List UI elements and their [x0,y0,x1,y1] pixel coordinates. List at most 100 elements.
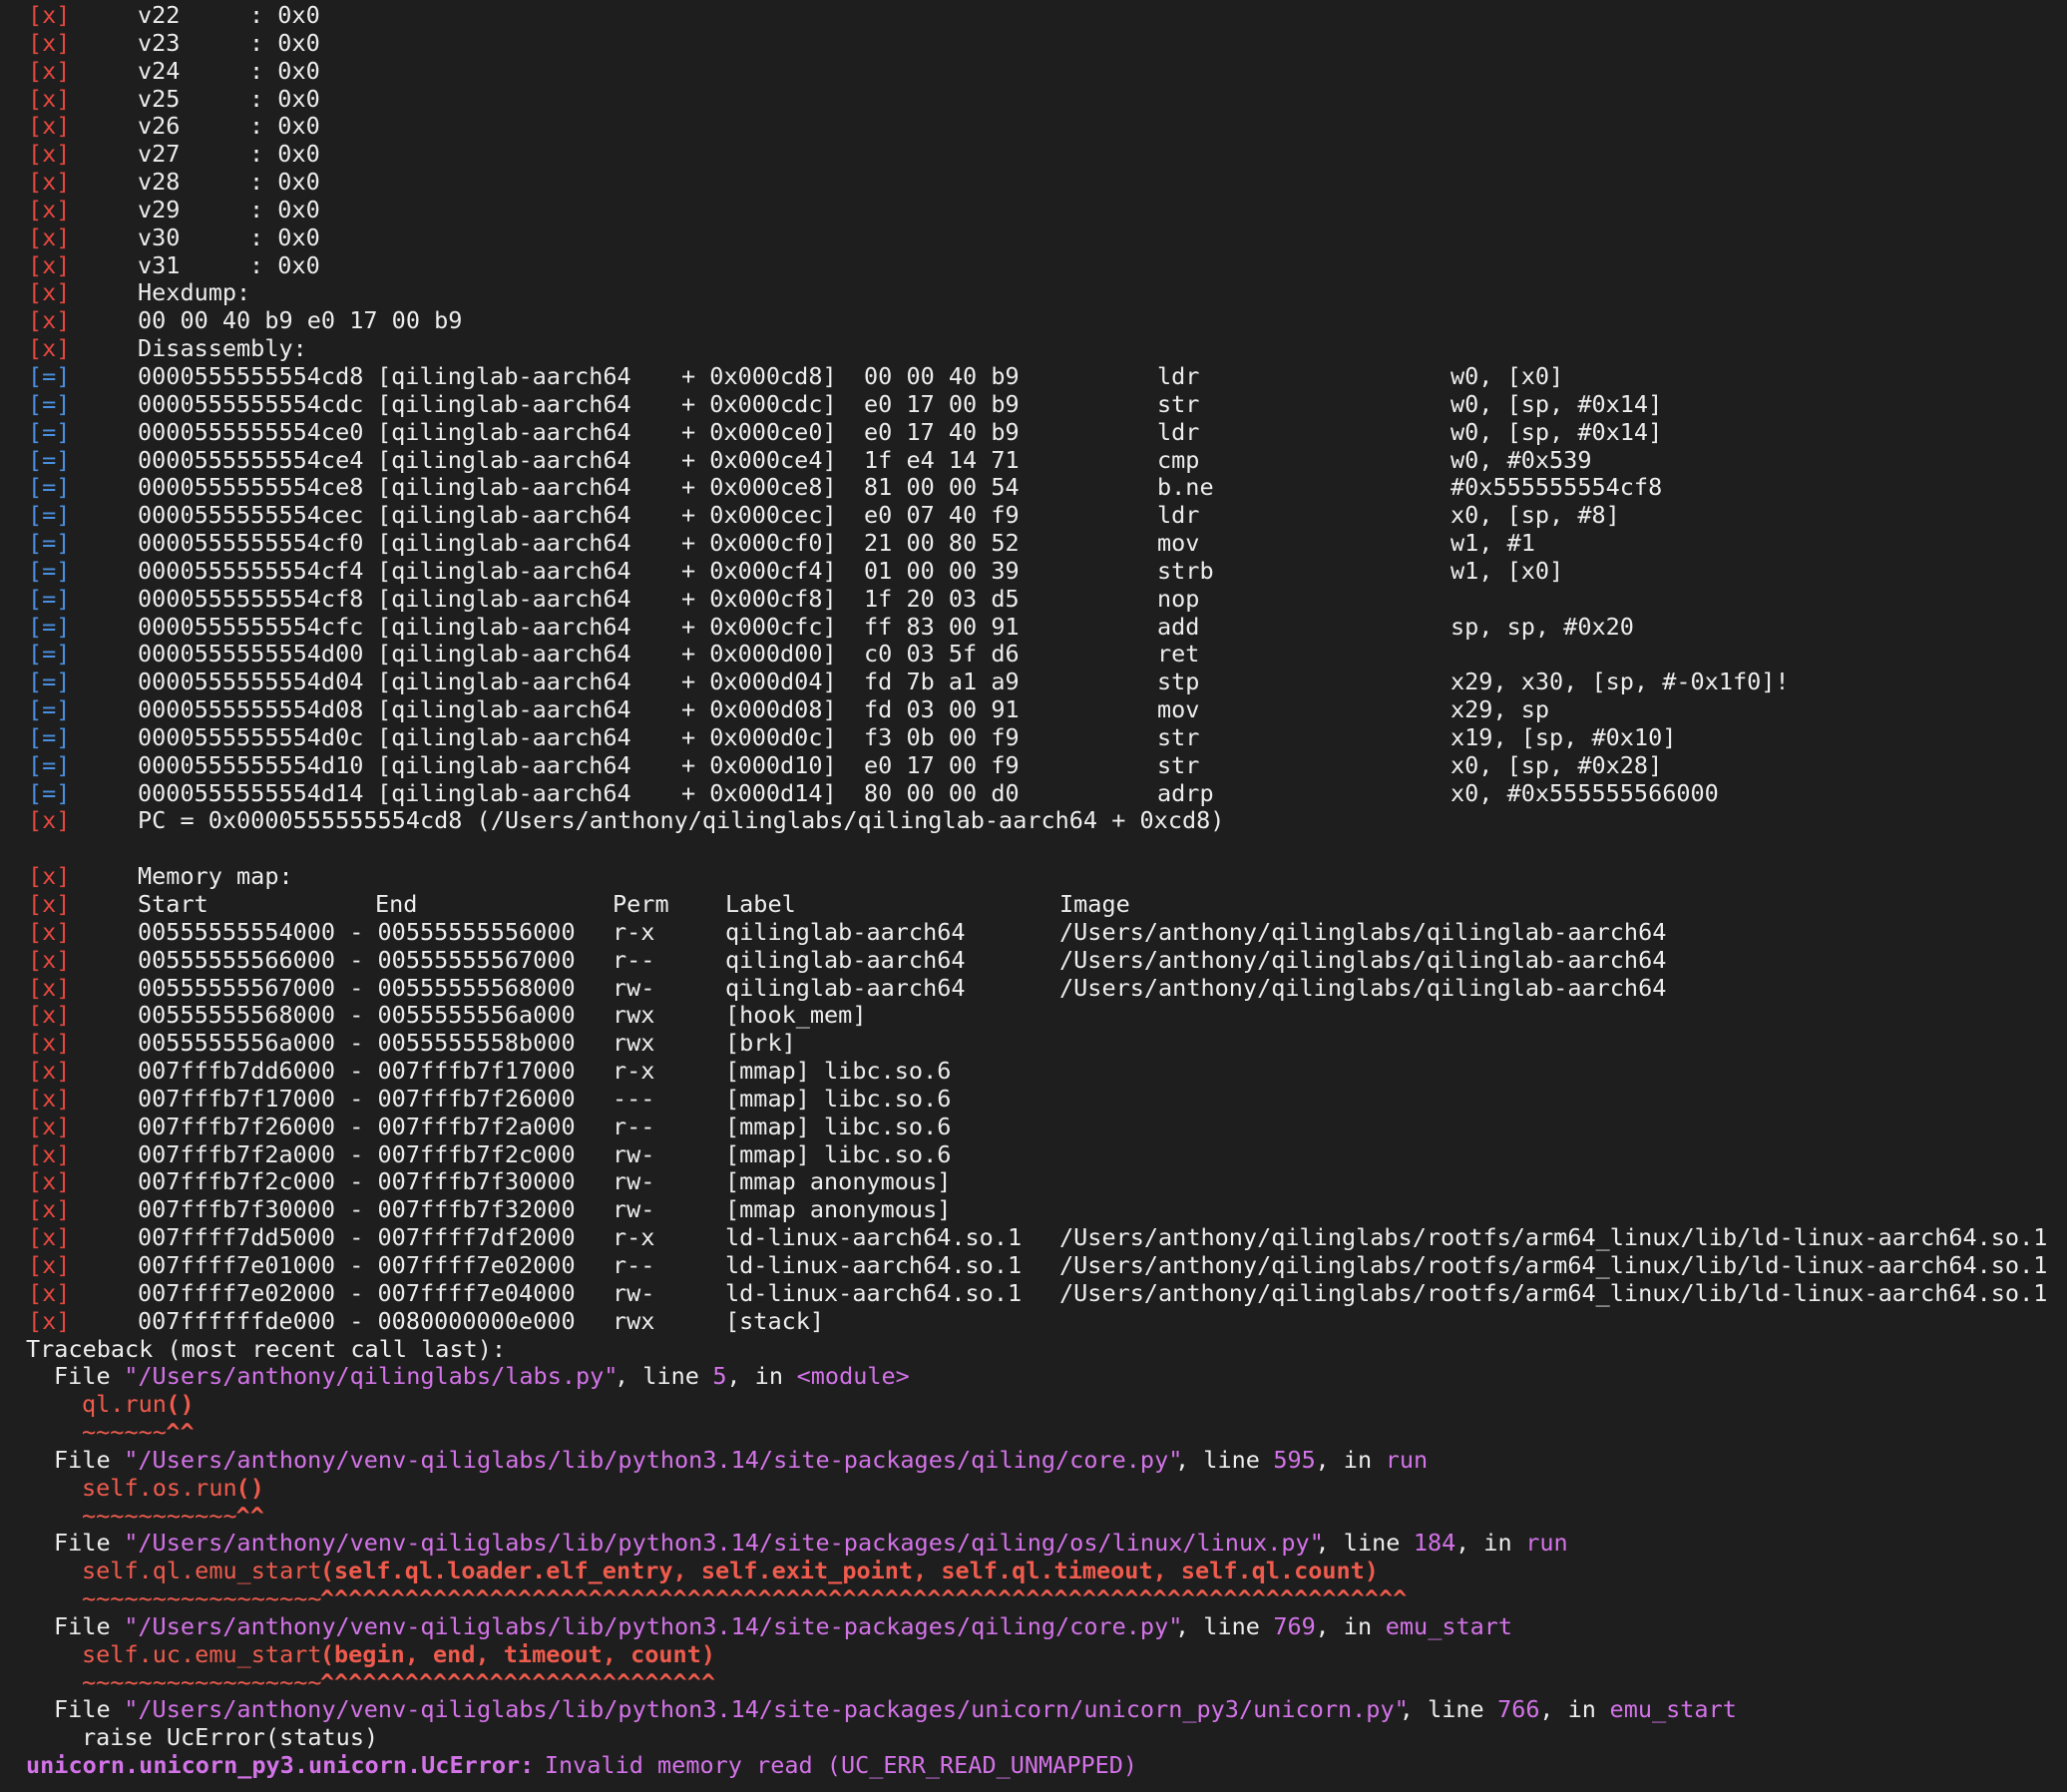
memory-perm: r-x [613,917,655,946]
instruction-module: [qilinglab-aarch64 [377,695,631,724]
disassembly-row: [=] 0000555555554ce8 [qilinglab-aarch64 + 0… [0,473,2067,502]
instruction-mnemonic: cmp [1157,445,1200,474]
register-name: v30 [138,223,181,251]
file-keyword: File [54,1362,125,1391]
register-value: : 0x0 [249,84,320,113]
error-marker-caret: ^^ [235,1501,264,1530]
memory-map-title-line: [x] Memory map: [0,862,2067,891]
info-tag: [=] [28,389,71,418]
memory-map-row: [x] 0055555556a000 - 0055555558b000 rwx [br… [0,1029,2067,1058]
instruction-offset: + 0x000d08] [681,695,837,724]
error-tag: [x] [28,250,71,279]
memory-map-row: [x] 007fffb7f2c000 - 007fffb7f30000 rw- [mm… [0,1168,2067,1196]
instruction-mnemonic: mov [1157,529,1200,558]
instruction-offset: + 0x000cf8] [681,584,837,613]
line-keyword: , line [615,1362,714,1391]
instruction-bytes: 1f e4 14 71 [864,445,1020,474]
memory-label: [mmap anonymous] [725,1167,952,1196]
instruction-module: [qilinglab-aarch64 [377,750,631,779]
line-number: 184 [1413,1529,1456,1558]
instruction-mnemonic: stp [1157,668,1200,696]
error-tag: [x] [28,306,71,335]
pc-line: [x] PC = 0x0000555555554cd8 (/Users/antho… [0,807,2067,835]
instruction-offset: + 0x000cdc] [681,389,837,418]
memory-map-row: [x] 007fffb7f17000 - 007fffb7f26000 --- [mm… [0,1085,2067,1114]
instruction-module: [qilinglab-aarch64 [377,722,631,751]
info-tag: [=] [28,556,71,585]
memory-range: 007fffb7f30000 - 007fffb7f32000 [138,1195,576,1224]
memory-label: qilinglab-aarch64 [725,973,966,1002]
instruction-offset: + 0x000cd8] [681,361,837,390]
register-name: v31 [138,250,181,279]
error-tag: [x] [28,1057,71,1086]
memory-label: [stack] [725,1306,825,1335]
register-value: : 0x0 [249,223,320,251]
disassembly-row: [=] 0000555555554cfc [qilinglab-aarch64 + 0… [0,612,2067,642]
register-line: [x] v29: 0x0 [0,196,2067,224]
instruction-mnemonic: ldr [1157,501,1200,530]
error-tag: [x] [28,1306,71,1335]
terminal-window[interactable]: [x] v22: 0x0 [x] v23: 0x0 [x] v24: 0x0 [x] v25:… [0,0,2067,1792]
error-tag: [x] [28,1001,71,1030]
traceback-frame-line: File "/Users/anthony/venv-qiliglabs/lib/… [0,1612,2067,1641]
disassembly-row: [=] 0000555555554cec [qilinglab-aarch64 + 0… [0,501,2067,530]
instruction-operands: #0x555555554cf8 [1450,473,1663,502]
instruction-module: [qilinglab-aarch64 [377,473,631,502]
instruction-operands: x29, sp [1450,695,1550,724]
instruction-mnemonic: b.ne [1157,473,1214,502]
column-header-label: Label [725,890,796,918]
disassembly-row: [=] 0000555555554cf0 [qilinglab-aarch64 + 0… [0,529,2067,558]
error-tag: [x] [28,917,71,946]
register-name: v23 [138,28,181,57]
instruction-offset: + 0x000d04] [681,668,837,696]
error-tag: [x] [28,1,71,29]
traceback-code-line: ql.run() [0,1390,2067,1419]
instruction-mnemonic: str [1157,389,1200,418]
source-code: ql.run [82,1390,167,1419]
instruction-bytes: 00 00 40 b9 [864,361,1020,390]
register-value: : 0x0 [249,1,320,29]
memory-label: ld-linux-aarch64.so.1 [725,1250,1023,1279]
error-tag: [x] [28,140,71,169]
instruction-bytes: 1f 20 03 d5 [864,584,1020,613]
memory-perm: rwx [613,1029,655,1058]
error-tag: [x] [28,1029,71,1058]
error-tag: [x] [28,334,71,363]
disassembly-row: [=] 0000555555554ce4 [qilinglab-aarch64 + 0… [0,445,2067,475]
instruction-bytes: e0 17 00 f9 [864,750,1020,779]
disassembly-row: [=] 0000555555554d00 [qilinglab-aarch64 + 0… [0,641,2067,669]
traceback-marker-line: ~~~~~~~~~~~ ^^ [0,1501,2067,1531]
column-header-start: Start [138,890,208,918]
instruction-bytes: e0 17 00 b9 [864,389,1020,418]
memory-map-row: [x] 007ffffffde000 - 0080000000e000 rwx [st… [0,1306,2067,1336]
register-line: [x] v24: 0x0 [0,57,2067,86]
instruction-bytes: 80 00 00 d0 [864,778,1020,807]
disassembly-row: [=] 0000555555554d10 [qilinglab-aarch64 + 0… [0,750,2067,780]
register-line: [x] v28: 0x0 [0,168,2067,197]
hexdump-bytes: 00 00 40 b9 e0 17 00 b9 [138,306,463,335]
memory-perm: r-- [613,945,655,974]
traceback-header: Traceback (most recent call last): [26,1334,507,1363]
error-tag: [x] [28,28,71,57]
memory-perm: r-- [613,1112,655,1140]
disassembly-row: [=] 0000555555554d08 [qilinglab-aarch64 + 0… [0,695,2067,724]
memory-map-row: [x] 00555555566000 - 00555555567000 r-- qil… [0,945,2067,975]
info-tag: [=] [28,668,71,696]
source-code-highlight: () [235,1473,264,1502]
source-code: raise UcError(status) [82,1723,379,1752]
memory-label: [mmap anonymous] [725,1195,952,1224]
instruction-bytes: fd 03 00 91 [864,695,1020,724]
traceback-frame-line: File "/Users/anthony/venv-qiliglabs/lib/… [0,1445,2067,1475]
instruction-module: [qilinglab-aarch64 [377,389,631,418]
instruction-bytes: 21 00 80 52 [864,529,1020,558]
info-tag: [=] [28,584,71,613]
traceback-code-line: raise UcError(status) [0,1723,2067,1752]
traceback-frame-line: File "/Users/anthony/venv-qiliglabs/lib/… [0,1530,2067,1558]
register-line: [x] v25: 0x0 [0,84,2067,114]
file-path: "/Users/anthony/venv-qiliglabs/lib/pytho… [124,1445,1183,1474]
instruction-operands: x0, [sp, #8] [1450,501,1620,530]
instruction-address: 0000555555554cfc [138,612,364,641]
memory-label: qilinglab-aarch64 [725,945,966,974]
info-tag: [=] [28,501,71,530]
memory-range: 007fffb7f2c000 - 007fffb7f30000 [138,1167,576,1196]
